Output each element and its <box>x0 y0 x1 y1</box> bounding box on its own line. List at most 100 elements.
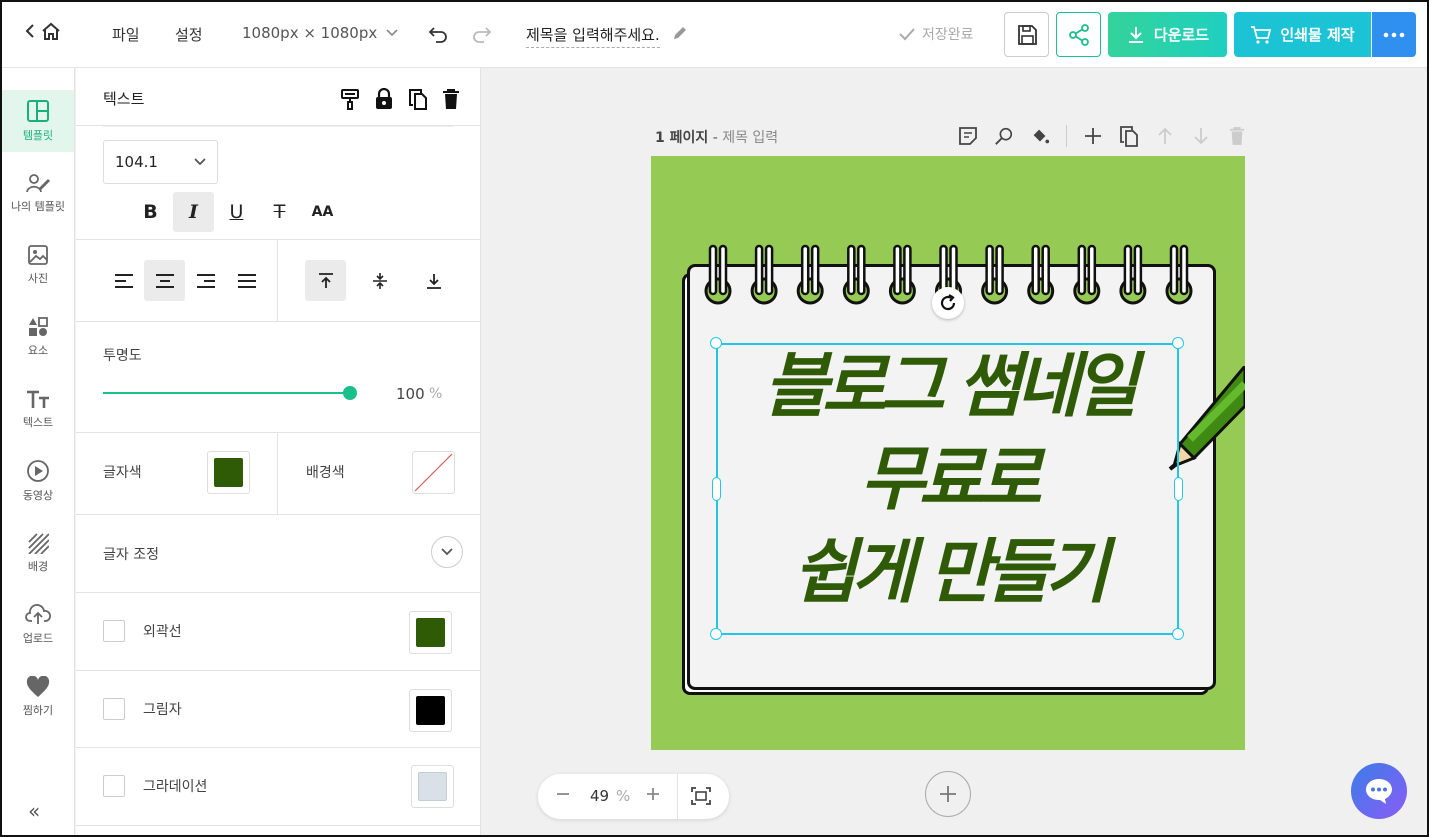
background-color-picker[interactable] <box>412 451 455 494</box>
home-button[interactable] <box>24 20 62 42</box>
resize-handle-left[interactable] <box>712 477 721 501</box>
align-left-button[interactable] <box>103 260 144 301</box>
move-page-down-button[interactable] <box>1191 126 1211 146</box>
opacity-slider-handle[interactable] <box>343 386 357 400</box>
page-note-button[interactable] <box>958 126 978 146</box>
add-page-toolbar-button[interactable] <box>1083 126 1103 146</box>
text-color-picker[interactable] <box>207 451 250 494</box>
align-justify-button[interactable] <box>226 260 267 301</box>
download-button[interactable]: 다운로드 <box>1108 12 1227 57</box>
align-top-icon <box>318 272 333 288</box>
collapse-sidebar-button[interactable]: « <box>28 799 40 823</box>
redo-button[interactable] <box>470 22 494 50</box>
zoom-out-button[interactable] <box>556 784 570 809</box>
sidebar-item-elements[interactable]: 요소 <box>2 306 74 368</box>
fit-screen-icon <box>691 787 711 805</box>
align-center-icon <box>155 273 174 288</box>
left-sidebar: 템플릿 나의 템플릿 사진 요소 텍스트 동영상 배경 업로드 찜하기 « <box>2 68 75 835</box>
divider <box>277 432 278 514</box>
duplicate-page-button[interactable] <box>1119 126 1139 147</box>
more-options-button[interactable] <box>1372 12 1416 57</box>
shadow-color-picker[interactable] <box>409 689 452 732</box>
align-center-button[interactable] <box>144 260 185 301</box>
spiral-ring <box>1119 244 1147 305</box>
sidebar-item-text[interactable]: 텍스트 <box>2 378 74 440</box>
bold-button[interactable]: B <box>130 192 171 232</box>
trash-icon <box>1229 127 1245 145</box>
sidebar-item-template[interactable]: 템플릿 <box>2 90 74 152</box>
resize-handle-bottom-left[interactable] <box>710 628 722 640</box>
design-page[interactable]: 블로그 썸네일 무료로 쉽게 만들기 <box>651 156 1245 750</box>
rotate-handle[interactable] <box>932 287 964 319</box>
top-bar: 파일 설정 1080px × 1080px 제목을 입력해주세요. 저장완료 다… <box>2 2 1427 68</box>
page-fill-button[interactable] <box>1030 126 1050 146</box>
print-order-label: 인쇄물 제작 <box>1280 26 1355 44</box>
save-button[interactable] <box>1004 12 1049 57</box>
page-magic-button[interactable] <box>994 126 1014 146</box>
page-header: 1 페이지 - 제목 입력 <box>655 127 778 147</box>
opacity-value[interactable]: 100 <box>396 385 425 403</box>
download-label: 다운로드 <box>1153 26 1210 44</box>
resize-handle-right[interactable] <box>1174 477 1183 501</box>
format-painter-icon[interactable] <box>340 88 360 110</box>
trash-icon[interactable] <box>442 88 460 110</box>
background-icon <box>28 533 49 554</box>
align-bottom-button[interactable] <box>413 260 454 301</box>
canvas-size-dropdown[interactable]: 1080px × 1080px <box>242 24 399 42</box>
italic-button[interactable]: I <box>173 192 214 232</box>
zoom-value[interactable]: 49 <box>590 787 609 805</box>
outline-color-picker[interactable] <box>409 611 452 654</box>
delete-page-button[interactable] <box>1227 126 1247 146</box>
text-color-swatch <box>214 458 243 487</box>
panel-header-tools <box>340 88 460 110</box>
divider <box>76 321 480 322</box>
sidebar-item-photo[interactable]: 사진 <box>2 234 74 296</box>
arrow-down-icon <box>1194 128 1208 145</box>
sidebar-item-upload[interactable]: 업로드 <box>2 594 74 656</box>
text-case-button[interactable]: AA <box>302 192 343 232</box>
resize-handle-top-right[interactable] <box>1172 337 1184 349</box>
share-button[interactable] <box>1056 12 1101 57</box>
resize-handle-top-left[interactable] <box>710 337 722 349</box>
spiral-ring <box>796 244 824 305</box>
gradient-color-swatch <box>418 772 447 801</box>
undo-button[interactable] <box>426 22 450 50</box>
vertical-align-group <box>305 260 454 301</box>
chat-support-button[interactable] <box>1351 763 1407 819</box>
sidebar-item-label: 배경 <box>27 560 49 573</box>
add-page-button[interactable] <box>925 771 971 817</box>
text-adjust-expand-button[interactable] <box>431 536 463 568</box>
zoom-in-button[interactable] <box>646 784 660 809</box>
opacity-slider-track[interactable] <box>103 392 349 394</box>
align-right-button[interactable] <box>185 260 226 301</box>
shadow-color-swatch <box>416 696 445 725</box>
menu-file[interactable]: 파일 <box>112 24 140 45</box>
zoom-control: 49 % <box>538 774 729 819</box>
sidebar-item-video[interactable]: 동영상 <box>2 450 74 512</box>
edit-title-button[interactable] <box>670 23 690 47</box>
page-title-input[interactable]: 제목 입력 <box>722 130 778 146</box>
resize-handle-bottom-right[interactable] <box>1172 628 1184 640</box>
document-title-input[interactable]: 제목을 입력해주세요. <box>526 24 660 48</box>
sidebar-item-label: 찜하기 <box>22 704 54 717</box>
print-order-button[interactable]: 인쇄물 제작 <box>1234 12 1371 57</box>
sidebar-item-my-template[interactable]: 나의 템플릿 <box>2 162 74 224</box>
align-middle-button[interactable] <box>359 260 400 301</box>
font-size-select[interactable]: 104.1 <box>103 140 218 184</box>
bold-label: B <box>143 201 158 223</box>
menu-settings[interactable]: 설정 <box>175 24 203 45</box>
fit-to-screen-button[interactable] <box>690 786 712 810</box>
sidebar-item-favorites[interactable]: 찜하기 <box>2 666 74 728</box>
gradient-color-picker[interactable] <box>411 765 454 808</box>
align-top-button[interactable] <box>305 260 346 301</box>
lock-icon[interactable] <box>374 88 394 110</box>
duplicate-icon[interactable] <box>408 88 428 110</box>
underline-button[interactable]: U <box>216 192 257 232</box>
strikethrough-button[interactable]: T <box>259 192 300 232</box>
move-page-up-button[interactable] <box>1155 126 1175 146</box>
shadow-checkbox[interactable] <box>103 698 125 720</box>
font-size-value: 104.1 <box>115 153 158 171</box>
gradient-checkbox[interactable] <box>103 775 125 797</box>
sidebar-item-background[interactable]: 배경 <box>2 522 74 584</box>
outline-checkbox[interactable] <box>103 620 125 642</box>
